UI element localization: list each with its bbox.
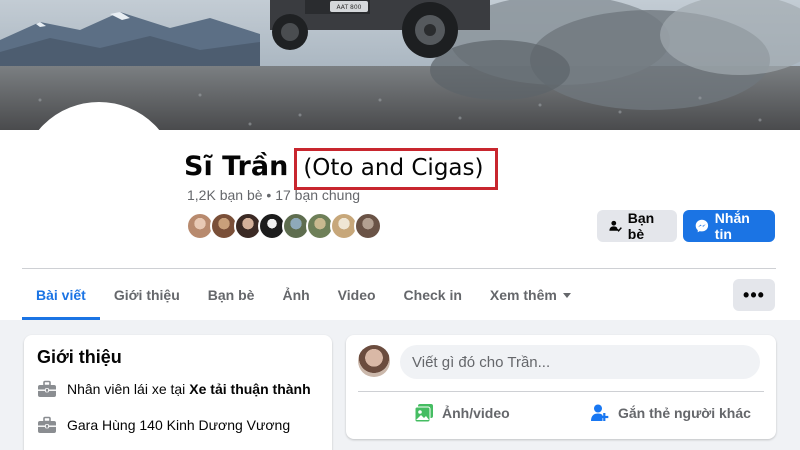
tab-about-label: Giới thiệu xyxy=(113,287,180,303)
mutual-friend-avatar[interactable] xyxy=(354,212,382,240)
tag-people-button[interactable]: Gắn thẻ người khác xyxy=(590,401,751,425)
alias-highlight-box: (Oto and Cigas) xyxy=(294,148,499,190)
tab-photos[interactable]: Ảnh xyxy=(268,270,323,320)
tag-people-label: Gắn thẻ người khác xyxy=(618,405,751,421)
tab-friends-label: Bạn bè xyxy=(207,287,255,303)
tab-photos-label: Ảnh xyxy=(282,287,310,303)
intro-workplace-text: Gara Hùng 140 Kinh Dương Vương xyxy=(67,417,291,433)
friends-summary[interactable]: 1,2K bạn bè • 17 bạn chung xyxy=(187,187,360,203)
friends-button-label: Bạn bè xyxy=(627,210,655,242)
message-button-label: Nhắn tin xyxy=(714,210,750,242)
tab-more[interactable]: Xem thêm xyxy=(476,270,585,320)
tab-videos-label: Video xyxy=(337,287,376,303)
composer-divider xyxy=(358,391,764,392)
tab-posts-label: Bài viết xyxy=(36,287,86,303)
profile-page: AAT 800 Sĩ Trần (Oto and Cigas) 1,2K bạn… xyxy=(0,0,800,450)
profile-tabs: Bài viết Giới thiệu Bạn bè Ảnh Video Che… xyxy=(22,270,585,320)
tab-more-label: Xem thêm xyxy=(489,287,557,303)
post-composer: Viết gì đó cho Trần... Ảnh/video Gắn thẻ… xyxy=(346,335,776,439)
messenger-icon xyxy=(695,219,709,233)
photo-video-label: Ảnh/video xyxy=(442,405,510,421)
header-divider xyxy=(22,268,776,269)
chevron-down-icon xyxy=(562,292,571,298)
composer-avatar[interactable] xyxy=(358,345,390,377)
friends-button[interactable]: Bạn bè xyxy=(597,210,677,242)
composer-input[interactable]: Viết gì đó cho Trần... xyxy=(400,345,760,379)
mutual-friends-avatars[interactable] xyxy=(186,212,382,240)
photo-icon xyxy=(414,404,433,423)
intro-job: Nhân viên lái xe tại Xe tải thuận thành xyxy=(37,380,311,398)
plate-text: AAT 800 xyxy=(337,4,362,11)
intro-job-company[interactable]: Xe tải thuận thành xyxy=(189,381,310,397)
intro-job-prefix: Nhân viên lái xe tại xyxy=(67,381,186,397)
more-options-button[interactable]: ••• xyxy=(733,279,775,311)
intro-card: Giới thiệu Nhân viên lái xe tại Xe tải t… xyxy=(24,335,332,450)
briefcase-icon xyxy=(38,416,56,433)
tab-posts[interactable]: Bài viết xyxy=(22,270,100,320)
profile-avatar[interactable] xyxy=(20,102,178,260)
intro-title: Giới thiệu xyxy=(37,347,122,367)
profile-name: Sĩ Trần xyxy=(184,151,289,182)
tab-checkins-label: Check in xyxy=(403,287,462,303)
friend-check-icon xyxy=(609,220,622,232)
message-button[interactable]: Nhắn tin xyxy=(683,210,775,242)
profile-name-row: Sĩ Trần (Oto and Cigas) xyxy=(184,148,499,190)
tab-about[interactable]: Giới thiệu xyxy=(100,270,194,320)
tab-checkins[interactable]: Check in xyxy=(390,270,476,320)
intro-workplace: Gara Hùng 140 Kinh Dương Vương xyxy=(37,416,290,434)
briefcase-icon xyxy=(38,380,56,397)
tab-friends[interactable]: Bạn bè xyxy=(194,270,269,320)
composer-placeholder: Viết gì đó cho Trần... xyxy=(412,353,551,371)
tag-person-icon xyxy=(591,404,609,421)
tab-videos[interactable]: Video xyxy=(324,270,390,320)
photo-video-button[interactable]: Ảnh/video xyxy=(414,401,510,425)
profile-alias: (Oto and Cigas) xyxy=(303,155,484,181)
